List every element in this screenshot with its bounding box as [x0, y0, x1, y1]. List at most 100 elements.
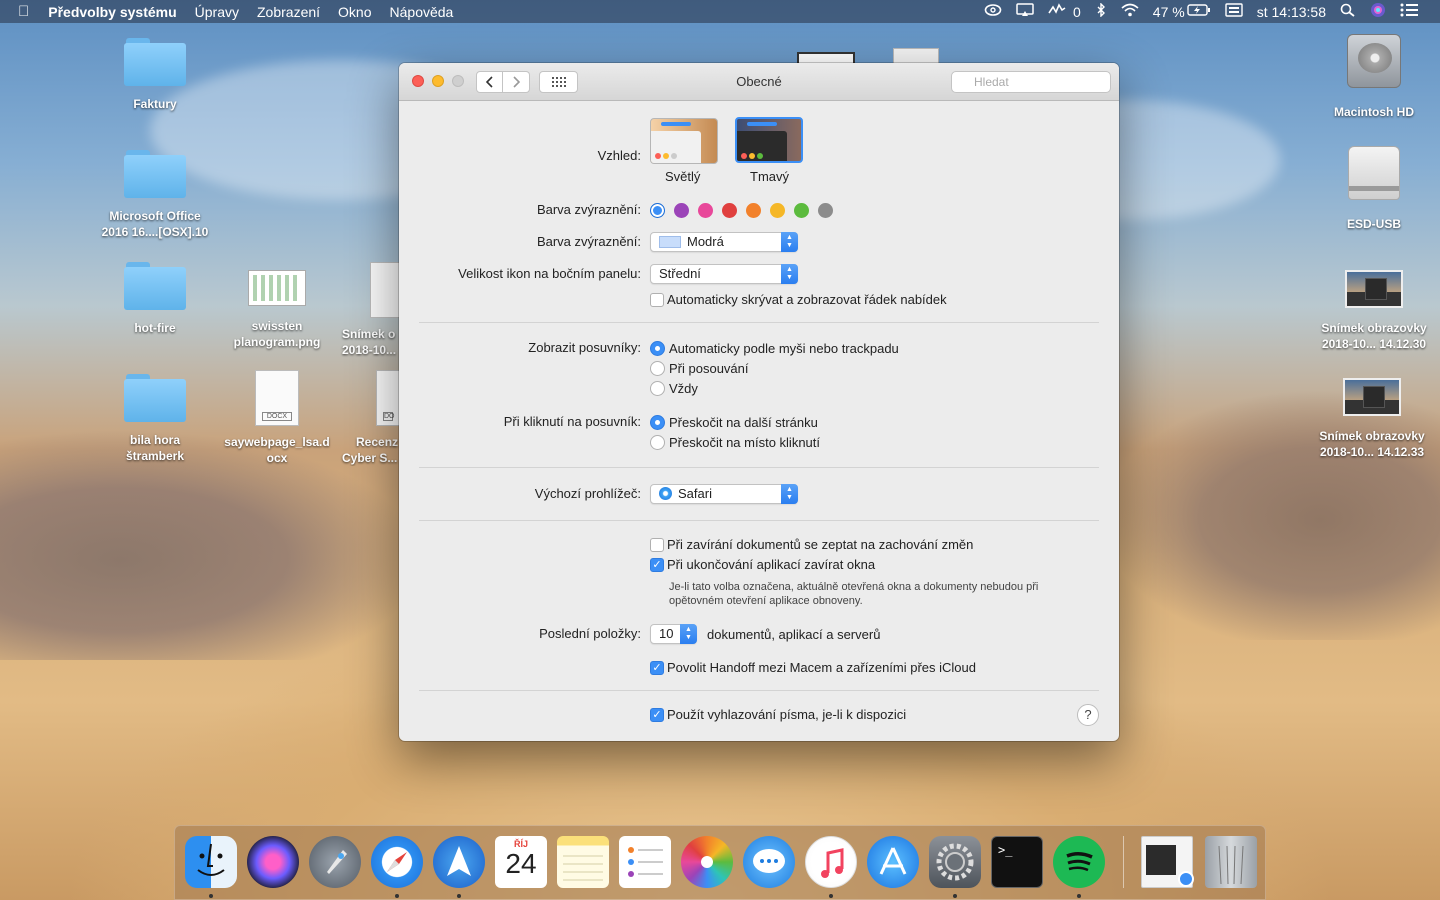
- menu-app-name[interactable]: Předvolby systému: [39, 4, 185, 20]
- menu-okno[interactable]: Okno: [329, 4, 380, 20]
- menu-napoveda[interactable]: Nápověda: [381, 4, 463, 20]
- appearance-dark-option[interactable]: [735, 117, 803, 163]
- scroll-click-next-page-radio[interactable]: [650, 415, 665, 430]
- appearance-light-label: Světlý: [665, 169, 701, 184]
- accent-color-swatch[interactable]: [794, 203, 809, 218]
- scrollbars-always-radio[interactable]: [650, 381, 665, 396]
- handoff-checkbox[interactable]: ✓: [650, 661, 664, 675]
- running-indicator: [457, 894, 461, 898]
- spotlight-search-icon[interactable]: [1333, 3, 1363, 20]
- accent-color-swatch[interactable]: [722, 203, 737, 218]
- search-input[interactable]: Hledat: [951, 71, 1111, 93]
- help-button[interactable]: ?: [1077, 704, 1099, 726]
- dock-notes-icon[interactable]: [557, 836, 609, 888]
- dock-calendar-icon[interactable]: ŘÍJ 24: [495, 836, 547, 888]
- notification-center-icon[interactable]: [1393, 3, 1440, 20]
- menu-upravy[interactable]: Úpravy: [186, 4, 248, 20]
- divider: [419, 520, 1099, 521]
- sidebar-size-value: Střední: [659, 266, 701, 281]
- recent-items-label: Poslední položky:: [539, 626, 641, 641]
- desktop-folder-microsoft-office[interactable]: Microsoft Office 2016 16....[OSX].10: [95, 150, 215, 240]
- autohide-menubar-checkbox[interactable]: [650, 293, 664, 307]
- dock-system-preferences-icon[interactable]: [929, 836, 981, 888]
- desktop-screenshot-2[interactable]: Snímek obrazovky 2018-10... 14.12.33: [1312, 370, 1432, 460]
- activity-monitor-icon[interactable]: [1041, 3, 1073, 20]
- accent-color-swatch[interactable]: [818, 203, 833, 218]
- desktop-folder-bila-hora[interactable]: bila hora štramberk: [95, 374, 215, 464]
- ask-keep-changes-checkbox[interactable]: [650, 538, 664, 552]
- scrollbars-label: Zobrazit posuvníky:: [528, 340, 641, 355]
- dock-app-store-icon[interactable]: [867, 836, 919, 888]
- desktop-folder-hot-fire[interactable]: hot-fire: [95, 262, 215, 336]
- dock-launchpad-icon[interactable]: [309, 836, 361, 888]
- highlight-color-value: Modrá: [687, 234, 724, 249]
- accent-color-swatch[interactable]: [770, 203, 785, 218]
- dock-finder-icon[interactable]: [185, 836, 237, 888]
- dock-photos-icon[interactable]: [681, 836, 733, 888]
- dock-safari-icon[interactable]: [371, 836, 423, 888]
- desktop-screenshot-1[interactable]: Snímek obrazovky 2018-10... 14.12.30: [1314, 262, 1434, 352]
- default-browser-label: Výchozí prohlížeč:: [534, 486, 641, 501]
- general-preferences-window: Obecné Hledat Vzhled: Světlý Tmavý Barva…: [399, 63, 1119, 741]
- docx-file-icon: DO: [376, 370, 400, 426]
- folder-icon: [124, 262, 186, 310]
- scrollbars-auto-label: Automaticky podle myši nebo trackpadu: [669, 341, 899, 356]
- updown-arrows-icon: ▲ ▼: [781, 484, 798, 504]
- accent-color-swatch[interactable]: [674, 203, 689, 218]
- running-indicator: [829, 894, 833, 898]
- battery-percent[interactable]: 47 %: [1146, 4, 1187, 20]
- desktop-file-recenze[interactable]: DO Recenz Cyber S...: [310, 370, 400, 466]
- scroll-click-label: Při kliknutí na posuvník:: [503, 414, 641, 429]
- spreadsheet-thumbnail-icon: [248, 270, 306, 306]
- color-chip: [659, 236, 681, 248]
- font-smoothing-checkbox[interactable]: ✓: [650, 708, 664, 722]
- dock-spotify-icon[interactable]: [1053, 836, 1105, 888]
- docx-file-icon: DOCX: [255, 370, 299, 426]
- close-windows-note-line1: Je-li tato volba označena, aktuálně otev…: [669, 581, 1039, 593]
- icon-label: hot-fire: [134, 321, 176, 335]
- dock-terminal-icon[interactable]: >_: [991, 836, 1043, 888]
- highlight-color-popup[interactable]: Modrá ▲ ▼: [650, 232, 798, 252]
- desktop-drive-esd-usb[interactable]: ESD-USB: [1314, 146, 1434, 232]
- airplay-icon[interactable]: [1009, 3, 1041, 20]
- desktop-drive-macintosh-hd[interactable]: Macintosh HD: [1314, 34, 1434, 120]
- dock-itunes-icon[interactable]: [805, 836, 857, 888]
- dock-reminders-icon[interactable]: [619, 836, 671, 888]
- creative-cloud-icon[interactable]: [977, 3, 1009, 20]
- icon-label: štramberk: [125, 449, 185, 463]
- battery-charging-icon[interactable]: [1187, 3, 1218, 20]
- dock-spark-icon[interactable]: [433, 836, 485, 888]
- accent-color-swatch[interactable]: [650, 203, 665, 218]
- close-windows-checkbox[interactable]: ✓: [650, 558, 664, 572]
- menu-zobrazeni[interactable]: Zobrazení: [248, 4, 329, 20]
- sidebar-size-popup[interactable]: Střední ▲ ▼: [650, 264, 798, 284]
- apple-menu-icon[interactable]: : [0, 3, 39, 20]
- icon-label: Faktury: [133, 97, 177, 111]
- dock-siri-icon[interactable]: [247, 836, 299, 888]
- recent-items-popup[interactable]: 10 ▲ ▼: [650, 624, 697, 644]
- screenshot-thumbnail-icon: [1343, 378, 1401, 416]
- default-browser-popup[interactable]: Safari ▲ ▼: [650, 484, 798, 504]
- bluetooth-icon[interactable]: [1088, 2, 1114, 20]
- dock-messages-icon[interactable]: [743, 836, 795, 888]
- accent-color-swatch[interactable]: [698, 203, 713, 218]
- siri-icon[interactable]: [1363, 2, 1393, 21]
- icon-label: Microsoft Office: [109, 209, 201, 223]
- updown-arrows-icon: ▲ ▼: [781, 232, 798, 252]
- scroll-click-spot-radio[interactable]: [650, 435, 665, 450]
- wifi-icon[interactable]: [1114, 3, 1146, 20]
- keyboard-input-icon[interactable]: [1218, 3, 1250, 20]
- accent-color-swatch[interactable]: [746, 203, 761, 218]
- recent-items-suffix: dokumentů, aplikací a serverů: [707, 627, 881, 642]
- scrollbars-auto-radio[interactable]: [650, 341, 665, 356]
- desktop-file-snimek[interactable]: Snímek o 2018-10...: [310, 262, 400, 358]
- icon-label: Cyber S...: [342, 451, 398, 465]
- desktop-folder-faktury[interactable]: Faktury: [95, 38, 215, 112]
- running-indicator: [1077, 894, 1081, 898]
- appearance-light-option[interactable]: [650, 118, 718, 164]
- dock-trash-icon[interactable]: [1205, 836, 1257, 888]
- dock-downloads-stack-icon[interactable]: [1141, 836, 1194, 888]
- clock[interactable]: st 14:13:58: [1250, 4, 1333, 20]
- dock: ŘÍJ 24 >_: [174, 825, 1266, 900]
- scrollbars-scrolling-radio[interactable]: [650, 361, 665, 376]
